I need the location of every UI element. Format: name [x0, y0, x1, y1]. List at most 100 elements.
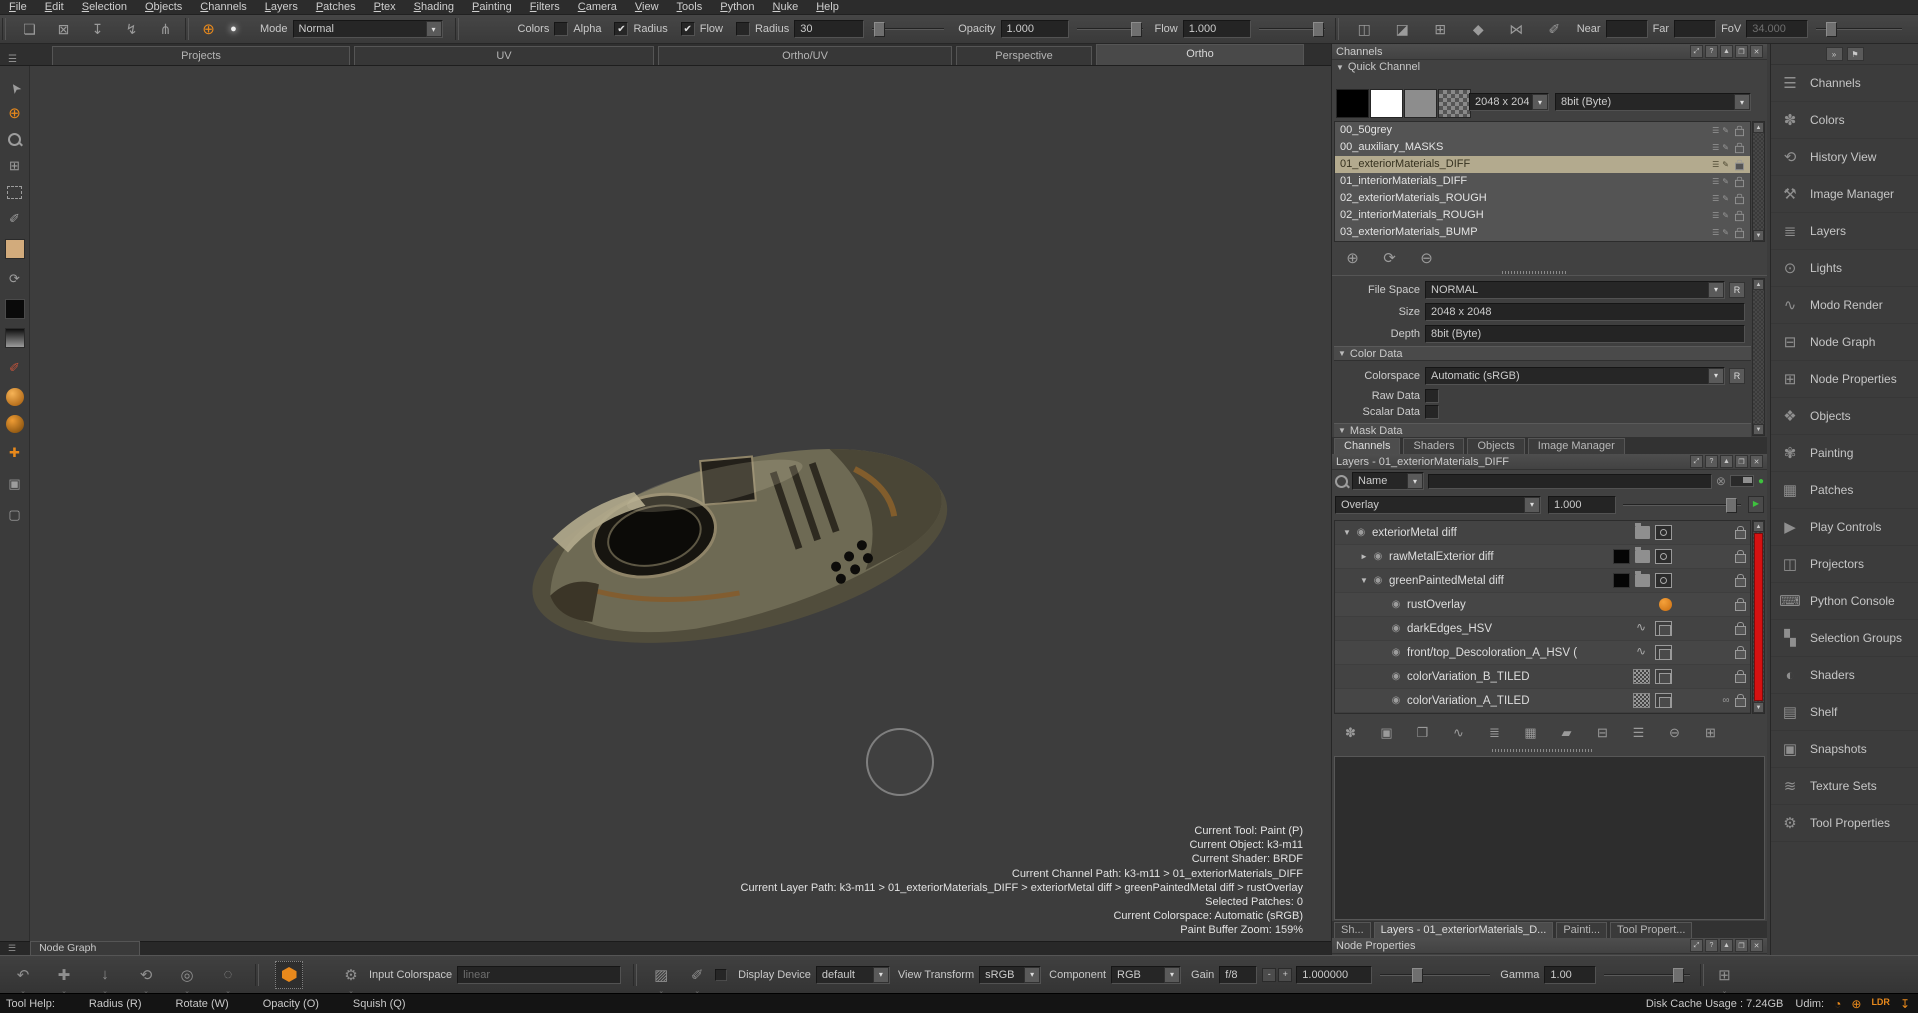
add-copy-icon[interactable]: ❐ — [1410, 722, 1435, 744]
layer-content-thumb[interactable] — [1635, 622, 1650, 635]
flow-slider-handle[interactable] — [1313, 22, 1324, 37]
quick-channel-header[interactable]: Quick Channel — [1336, 61, 1420, 73]
grey-swatch[interactable] — [1404, 89, 1437, 118]
opacity-input[interactable]: 1.000 — [1001, 20, 1069, 38]
layer-swatch-thumb[interactable] — [1615, 622, 1630, 635]
panel-tab[interactable]: Channels — [1334, 438, 1400, 454]
menu-item[interactable]: Edit — [45, 1, 64, 13]
scroll-down-button[interactable]: ▼ — [1753, 424, 1764, 435]
layer-row[interactable]: darkEdges_HSV — [1335, 617, 1750, 641]
layer-lock-icon[interactable] — [1735, 602, 1746, 611]
layer-row[interactable]: front/top_Descoloration_A_HSV ( — [1335, 641, 1750, 665]
add-node-icon[interactable]: ⊟ — [1590, 722, 1615, 744]
opacity-slider-handle[interactable] — [1131, 22, 1142, 37]
menu-item[interactable]: File — [9, 1, 27, 13]
docked-panel-tab[interactable]: Layers - 01_exteriorMaterials_D... — [1374, 922, 1554, 938]
docked-panel-tab[interactable]: Tool Propert... — [1610, 922, 1692, 938]
channel-list-scrollbar[interactable]: ▲ ▼ — [1752, 121, 1765, 242]
docked-panel-tab[interactable]: Sh... — [1334, 922, 1371, 938]
symmetry-icon[interactable]: ⊞ — [1428, 18, 1453, 40]
add-procedural-icon[interactable]: ∿ — [1446, 722, 1471, 744]
dropdown-arrow-icon[interactable] — [426, 21, 442, 37]
dock-icon[interactable]: ❐ — [1735, 455, 1748, 468]
layer-visibility-icon[interactable] — [1388, 599, 1404, 610]
new-project-icon[interactable]: ❏ — [17, 18, 42, 40]
viewport-tab[interactable]: Perspective — [956, 46, 1092, 65]
properties-scrollbar[interactable]: ▲ ▼ — [1752, 278, 1765, 436]
layer-mask-thumb[interactable] — [1655, 693, 1672, 708]
sidebar-item[interactable]: ✾ Painting — [1771, 435, 1918, 472]
stack-icon[interactable]: ☰ — [1712, 190, 1719, 207]
lock-icon[interactable] — [1735, 145, 1744, 152]
flow-checkbox[interactable] — [681, 22, 695, 36]
shader-sphere-icon[interactable] — [6, 415, 24, 433]
add-tool-icon[interactable]: ✚ — [4, 442, 26, 464]
menu-item[interactable]: Patches — [316, 1, 356, 13]
dropdown-arrow-icon[interactable] — [1164, 967, 1180, 983]
radius-slider-handle[interactable] — [874, 22, 885, 37]
help-icon[interactable]: ? — [1705, 45, 1718, 58]
sidebar-item[interactable]: ▚ Selection Groups — [1771, 620, 1918, 657]
scroll-up-button[interactable]: ▲ — [1753, 279, 1764, 290]
sidebar-item[interactable]: ⊙ Lights — [1771, 250, 1918, 287]
gain-slider[interactable] — [1380, 967, 1490, 983]
radius-checkbox[interactable] — [614, 22, 628, 36]
layer-mask-thumb[interactable] — [1655, 621, 1672, 636]
model-3d-object[interactable] — [498, 402, 978, 682]
dropdown-arrow-icon[interactable] — [1734, 94, 1750, 110]
display-device-dropdown[interactable]: default — [816, 966, 890, 984]
scroll-up-button[interactable]: ▲ — [1753, 521, 1764, 532]
radius-link-checkbox[interactable] — [736, 22, 750, 36]
channel-row[interactable]: 02_interiorMaterials_ROUGH ☰ ✎ — [1335, 207, 1750, 224]
edit-icon[interactable]: ✎ — [1722, 173, 1729, 190]
layer-row[interactable]: exteriorMetal diff — [1335, 521, 1750, 545]
search-field-dropdown[interactable]: Name — [1352, 472, 1424, 490]
menu-item[interactable]: Layers — [265, 1, 298, 13]
sidebar-item[interactable]: ⚒ Image Manager — [1771, 176, 1918, 213]
filter-toggle[interactable] — [1730, 475, 1754, 487]
menu-item[interactable]: Camera — [578, 1, 617, 13]
sidebar-item[interactable]: ❖ Objects — [1771, 398, 1918, 435]
pull-icon[interactable]: ↓ — [92, 963, 118, 987]
layer-row[interactable]: rustOverlay — [1335, 593, 1750, 617]
add-channel-icon[interactable]: ⊕ — [1340, 247, 1365, 269]
channel-depth-dropdown[interactable]: 8bit (Byte) — [1555, 93, 1751, 111]
float-icon[interactable]: ⤢ — [1690, 455, 1703, 468]
menu-item[interactable]: Nuke — [773, 1, 799, 13]
layer-row[interactable]: colorVariation_B_TILED — [1335, 665, 1750, 689]
background-color-swatch[interactable] — [5, 299, 25, 319]
gain-value-field[interactable]: 1.000000 — [1296, 966, 1372, 984]
layer-expander-icon[interactable] — [1358, 552, 1370, 561]
sidebar-item[interactable]: ☰ Channels — [1771, 65, 1918, 102]
menu-item[interactable]: Painting — [472, 1, 512, 13]
clear-search-icon[interactable]: ⊗ — [1716, 474, 1726, 488]
rotate-icon[interactable]: ⟲ — [133, 963, 159, 987]
stack-icon[interactable]: ☰ — [1712, 173, 1719, 190]
viewport-tab[interactable]: Ortho/UV — [658, 46, 952, 65]
sidebar-item[interactable]: ▣ Snapshots — [1771, 731, 1918, 768]
lock-icon[interactable] — [1735, 196, 1744, 203]
foreground-color-swatch[interactable] — [5, 239, 25, 259]
menu-item[interactable]: Objects — [145, 1, 182, 13]
float-icon[interactable]: ⤢ — [1690, 45, 1703, 58]
collapse-icon[interactable]: ▲ — [1720, 45, 1733, 58]
alpha-checkbox[interactable] — [554, 22, 568, 36]
layer-visibility-icon[interactable] — [1353, 527, 1369, 538]
layer-swatch-thumb[interactable] — [1619, 598, 1634, 611]
collapse-triangle-icon[interactable] — [1336, 63, 1344, 72]
edit-icon[interactable]: ✎ — [1722, 122, 1729, 139]
edit-icon[interactable]: ✎ — [1722, 190, 1729, 207]
channel-row[interactable]: 00_auxiliary_MASKS ☰ ✎ — [1335, 139, 1750, 156]
layer-row[interactable]: colorVariation_A_TILED — [1335, 689, 1750, 713]
reset-button[interactable]: R — [1729, 368, 1745, 384]
remove-channel-icon[interactable]: ⊖ — [1414, 247, 1439, 269]
layer-mask-thumb[interactable] — [1655, 669, 1672, 684]
layer-visibility-icon[interactable] — [1388, 623, 1404, 634]
float-icon[interactable]: ⤢ — [1690, 939, 1703, 952]
grid-tool-icon[interactable]: ⊞ — [4, 155, 26, 177]
layer-lock-icon[interactable] — [1735, 554, 1746, 563]
panel-resize-grip[interactable] — [1502, 271, 1566, 274]
close-icon[interactable]: ✕ — [1750, 455, 1763, 468]
mask-data-header[interactable]: Mask Data — [1334, 423, 1751, 438]
layer-swatch-thumb[interactable] — [1613, 694, 1628, 707]
